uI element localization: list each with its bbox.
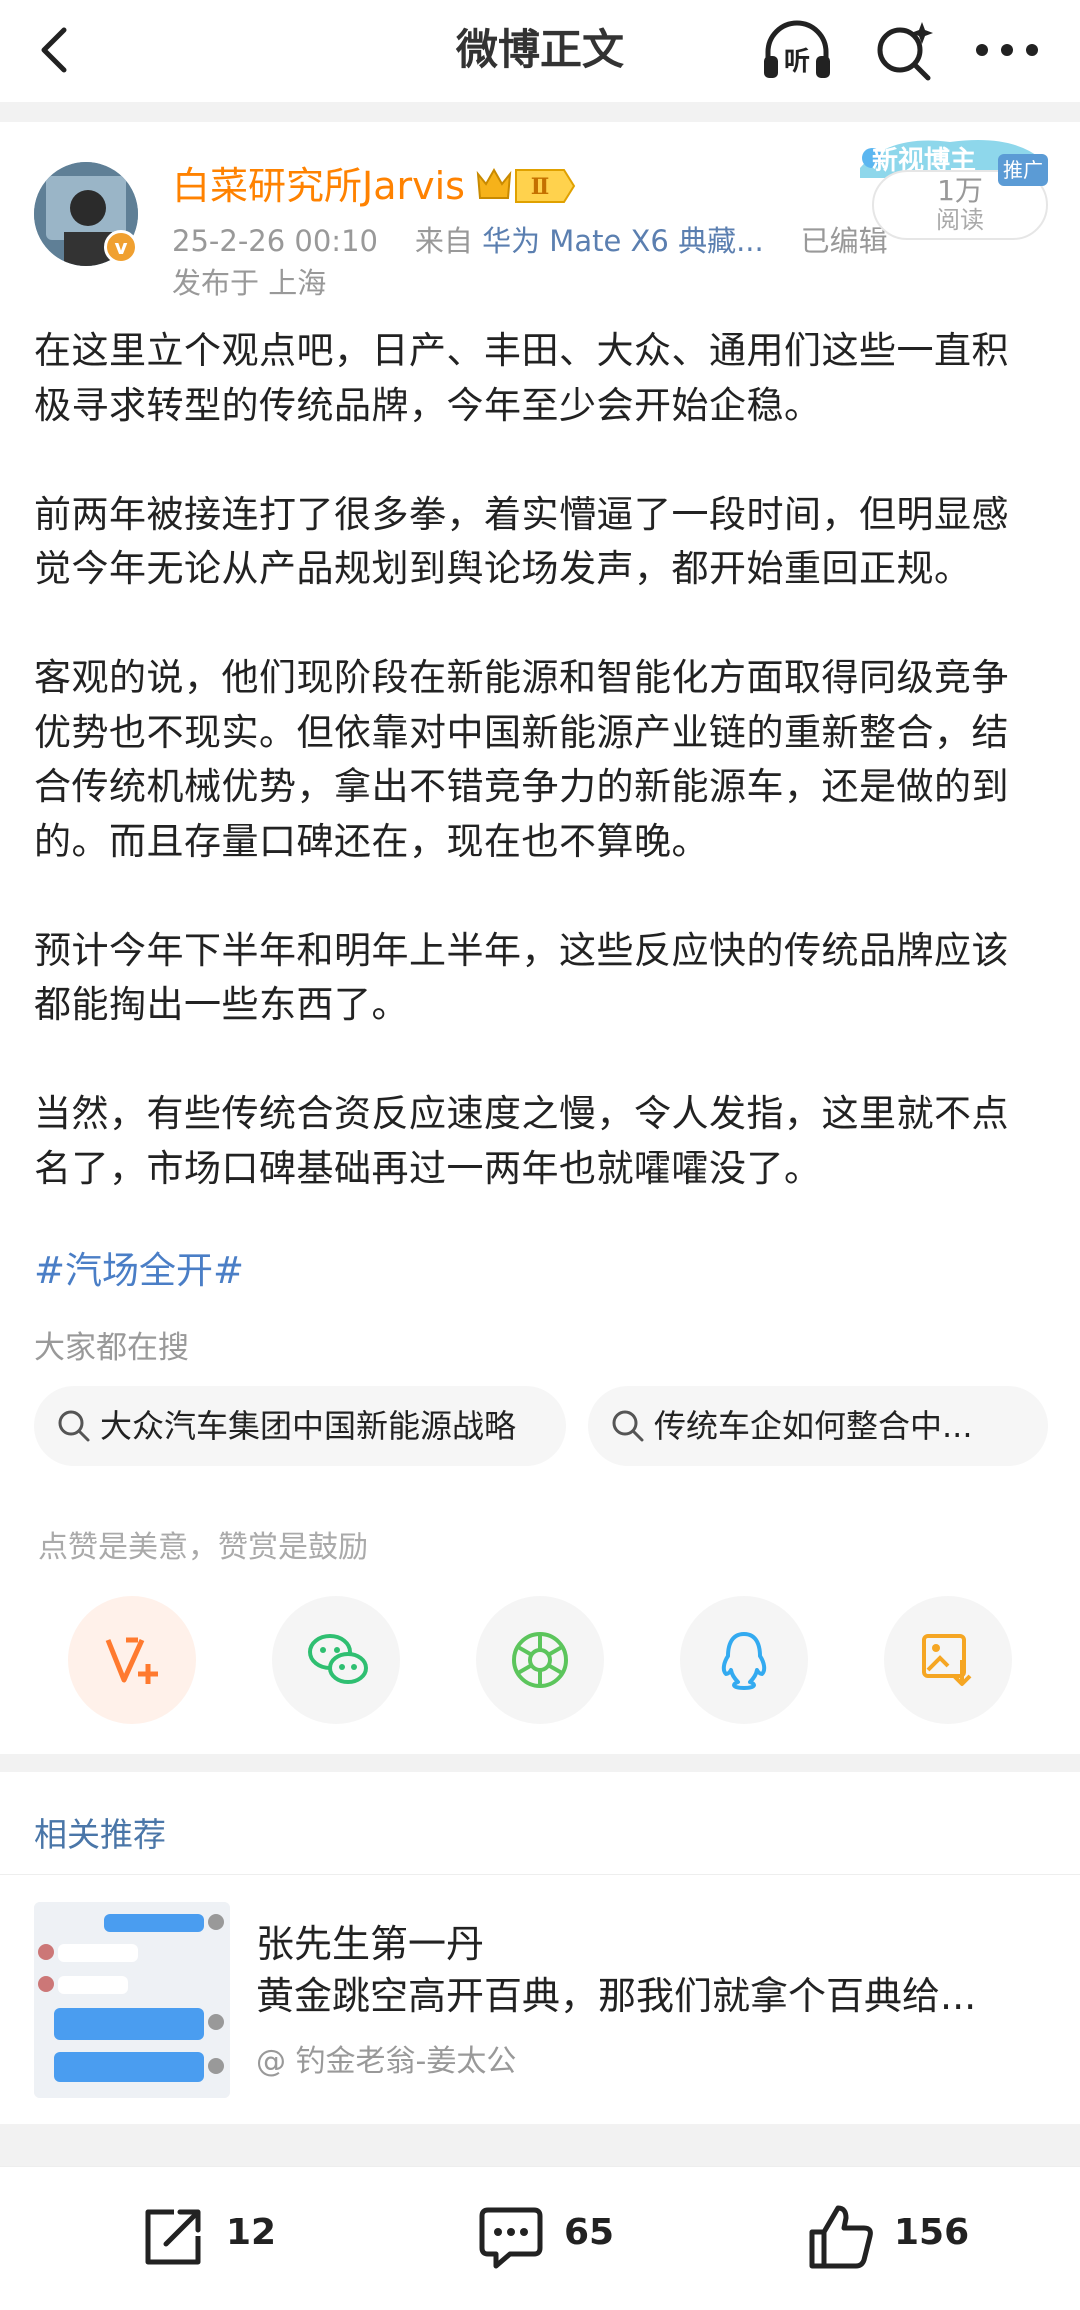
- save-image-button[interactable]: [884, 1596, 1012, 1724]
- wechat-share-button[interactable]: [272, 1596, 400, 1724]
- related-source[interactable]: @ 钓金老翁-姜太公: [256, 2036, 516, 2080]
- post-paragraph: 预计今年下半年和明年上半年，这些反应快的传统品牌应该都能掏出一些东西了。: [34, 928, 1009, 1027]
- svg-text:听: 听: [784, 47, 810, 77]
- repost-share-icon: [145, 2209, 201, 2265]
- reads-label: 阅读: [936, 206, 984, 234]
- moments-share-button[interactable]: [476, 1596, 604, 1724]
- verified-badge: v: [104, 230, 138, 264]
- more-dots-icon: [976, 44, 1038, 56]
- trending-search-heading: 大家都在搜: [34, 1330, 189, 1366]
- qq-share-button[interactable]: [680, 1596, 808, 1724]
- post-paragraph: 前两年被接连打了很多拳，着实懵逼了一段时间，但明显感觉今年无论从产品规划到舆论场…: [34, 492, 1009, 591]
- trending-search-chip[interactable]: 大众汽车集团中国新能源战略: [34, 1386, 566, 1466]
- post-location: 发布于 上海: [172, 266, 327, 300]
- listen-button[interactable]: 听: [760, 18, 834, 82]
- hashtag-link[interactable]: #汽场全开#: [34, 1244, 244, 1298]
- reward-button[interactable]: [68, 1596, 196, 1724]
- post-paragraph: 在这里立个观点吧，日产、丰田、大众、通用们这些一直积极寻求转型的传统品牌，今年至…: [34, 329, 1009, 427]
- more-button[interactable]: [972, 20, 1042, 80]
- like-button[interactable]: 156: [806, 2196, 986, 2276]
- source-device-link[interactable]: 华为 Mate X6 典藏...: [482, 224, 764, 258]
- trending-search-chip[interactable]: 传统车企如何整合中...: [588, 1386, 1048, 1466]
- related-description[interactable]: 黄金跳空高开百典，那我们就拿个百典给...: [256, 1970, 1056, 2022]
- section-divider: [0, 1754, 1080, 1772]
- search-button[interactable]: [872, 18, 936, 82]
- source-prefix: 来自: [414, 224, 473, 258]
- related-heading: 相关推荐: [34, 1815, 166, 1854]
- reward-v-plus-icon: [105, 1637, 158, 1684]
- comment-bubble-icon: [479, 2207, 543, 2269]
- chat-screenshot-thumbnail: [34, 1902, 230, 2098]
- wechat-icon: [308, 1634, 368, 1684]
- related-thumbnail[interactable]: [34, 1902, 230, 2098]
- moments-aperture-icon: [512, 1632, 568, 1688]
- comment-count: 65: [564, 2212, 615, 2253]
- trending-search-label: 大众汽车集团中国新能源战略: [100, 1407, 517, 1445]
- qq-penguin-icon: [721, 1632, 767, 1690]
- post-paragraph: 当然，有些传统合资反应速度之慢，令人发指，这里就不点名了，市场口碑基础再过一两年…: [34, 1092, 1009, 1190]
- trending-search-label: 传统车企如何整合中...: [654, 1407, 973, 1445]
- svg-text:Ⅱ: Ⅱ: [531, 174, 550, 200]
- search-icon: [612, 1410, 644, 1442]
- divider: [0, 1874, 1080, 1875]
- post-meta: 25-2-26 00:10 来自 华为 Mate X6 典藏... 已编辑: [172, 222, 888, 260]
- thumbs-up-icon: [809, 2205, 873, 2269]
- save-image-icon: [922, 1634, 972, 1686]
- comment-button[interactable]: 65: [476, 2196, 636, 2276]
- search-icon: [58, 1410, 90, 1442]
- post-body: 在这里立个观点吧，日产、丰田、大众、通用们这些一直积极寻求转型的传统品牌，今年至…: [34, 324, 1046, 1196]
- post-paragraph: 客观的说，他们现阶段在新能源和智能化方面取得同级竞争优势也不现实。但依靠对中国新…: [34, 656, 1009, 863]
- share-hint: 点赞是美意，赞赏是鼓励: [38, 1530, 368, 1565]
- like-count: 156: [894, 2212, 970, 2253]
- section-divider: [0, 102, 1080, 122]
- promo-tag: 推广: [998, 154, 1048, 186]
- member-level-badge: Ⅱ: [476, 166, 576, 206]
- headphones-listen-icon: 听: [764, 20, 830, 78]
- author-name[interactable]: 白菜研究所Jarvis: [172, 162, 465, 210]
- related-title[interactable]: 张先生第一丹: [256, 1918, 484, 1970]
- repost-button[interactable]: 12: [138, 2196, 298, 2276]
- top-nav-bar: 微博正文 听: [0, 0, 1080, 102]
- search-sparkle-icon: [877, 22, 933, 81]
- post-timestamp: 25-2-26 00:10: [172, 224, 378, 258]
- repost-count: 12: [226, 2212, 277, 2253]
- section-divider: [0, 2124, 1080, 2166]
